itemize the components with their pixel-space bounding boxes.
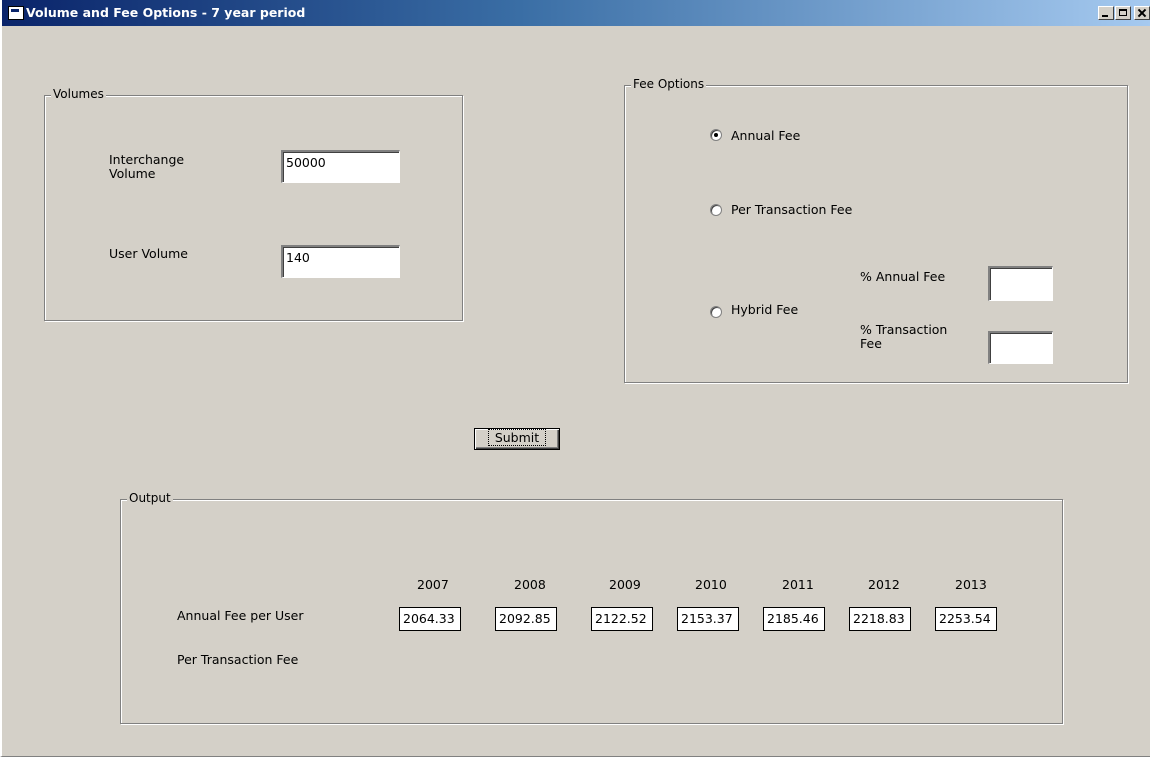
annual-fee-output-cell: 2253.54 (935, 607, 997, 631)
annual-fee-output-cell: 2153.37 (677, 607, 739, 631)
pct-transaction-fee-label: % Transaction Fee (860, 322, 948, 351)
interchange-volume-label: Interchange Volume (109, 152, 185, 181)
annual-fee-output-cell: 2122.52 (591, 607, 653, 631)
year-header: 2011 (782, 577, 814, 592)
hybrid-fee-radio[interactable] (710, 306, 722, 318)
window-title: Volume and Fee Options - 7 year period (26, 5, 306, 20)
submit-button-label: Submit (487, 429, 547, 446)
pct-annual-fee-input[interactable] (988, 266, 1053, 301)
submit-button[interactable]: Submit (474, 428, 560, 450)
title-bar[interactable]: Volume and Fee Options - 7 year period (2, 0, 1150, 26)
user-volume-label: User Volume (109, 246, 188, 261)
fee-options-group-label: Fee Options (631, 77, 707, 91)
per-transaction-fee-label[interactable]: Per Transaction Fee (731, 203, 852, 217)
user-volume-input[interactable]: 140 (281, 245, 400, 278)
hybrid-fee-label[interactable]: Hybrid Fee (731, 303, 798, 317)
interchange-volume-input[interactable]: 50000 (281, 150, 400, 183)
per-transaction-fee-output-label: Per Transaction Fee (177, 652, 299, 667)
app-icon[interactable] (8, 6, 24, 20)
annual-fee-label[interactable]: Annual Fee (731, 129, 800, 143)
volumes-group-label: Volumes (51, 87, 106, 101)
pct-transaction-fee-input[interactable] (988, 331, 1053, 364)
annual-fee-output-cell: 2092.85 (495, 607, 557, 631)
year-header: 2009 (609, 577, 641, 592)
close-button[interactable] (1134, 6, 1150, 20)
year-header: 2012 (868, 577, 900, 592)
year-header: 2008 (514, 577, 546, 592)
minimize-button[interactable] (1098, 6, 1114, 20)
volumes-group: Volumes (44, 87, 463, 321)
annual-fee-per-user-label: Annual Fee per User (177, 608, 304, 623)
pct-annual-fee-label: % Annual Fee (860, 269, 946, 284)
annual-fee-output-cell: 2218.83 (849, 607, 911, 631)
year-header: 2013 (955, 577, 987, 592)
annual-fee-output-cell: 2064.33 (399, 607, 461, 631)
output-group-label: Output (127, 491, 173, 505)
app-window: Volume and Fee Options - 7 year period V… (0, 0, 1150, 757)
maximize-button[interactable] (1115, 6, 1131, 20)
per-transaction-fee-radio[interactable] (710, 204, 722, 216)
annual-fee-radio[interactable] (710, 129, 722, 141)
year-header: 2007 (417, 577, 449, 592)
annual-fee-output-cell: 2185.46 (763, 607, 825, 631)
year-header: 2010 (695, 577, 727, 592)
